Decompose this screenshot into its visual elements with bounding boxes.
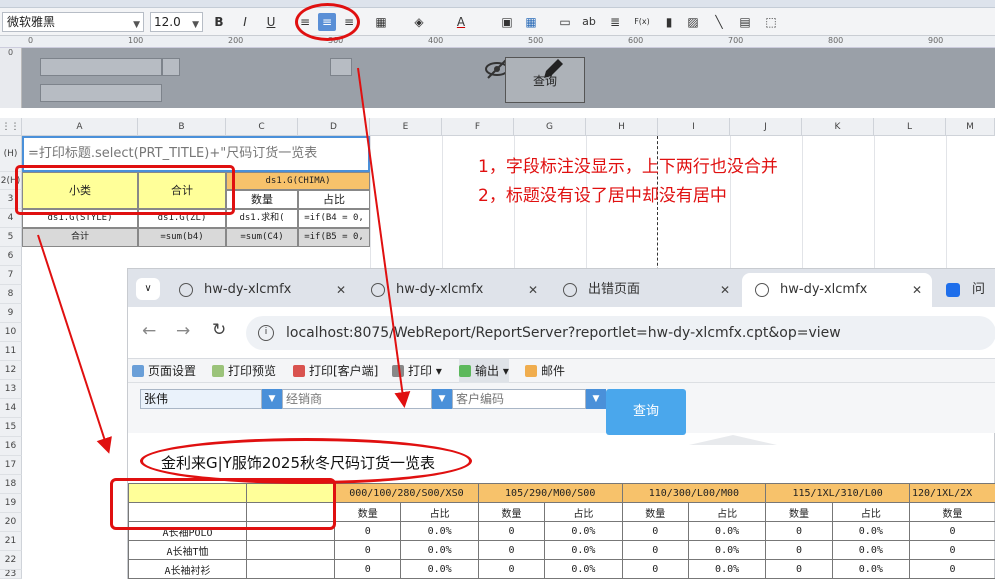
annotation-arrows [37, 67, 411, 454]
